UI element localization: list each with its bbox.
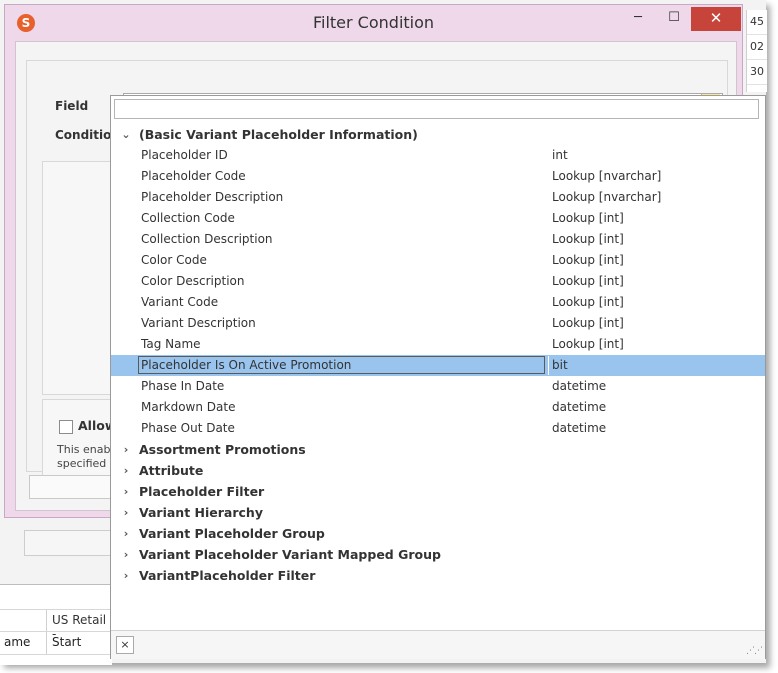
background-button[interactable] [24, 530, 116, 556]
field-type: int [552, 148, 568, 162]
field-name: Color Code [141, 253, 207, 267]
tree-group-label: Variant Placeholder Variant Mapped Group [139, 547, 441, 562]
tree-group[interactable]: › Variant Placeholder Group [111, 523, 765, 544]
chevron-right-icon[interactable]: › [120, 502, 132, 523]
list-item[interactable]: Phase Out Date datetime [111, 418, 765, 439]
list-item[interactable]: Placeholder Code Lookup [nvarchar] [111, 166, 765, 187]
list-item[interactable]: Collection Code Lookup [int] [111, 208, 765, 229]
field-name: Collection Description [141, 232, 273, 246]
list-item[interactable]: Variant Code Lookup [int] [111, 292, 765, 313]
table-header-row[interactable]: ame Start [0, 631, 112, 655]
list-item[interactable]: Placeholder Is On Active Promotion bit [111, 355, 765, 376]
tree-group-label: Attribute [139, 463, 204, 478]
chevron-right-icon[interactable]: › [120, 565, 132, 586]
table-row[interactable]: US Retail - [0, 609, 112, 641]
chevron-right-icon[interactable]: › [120, 439, 132, 460]
tree-group-label: Variant Placeholder Group [139, 526, 325, 541]
minimize-button[interactable]: ─ [623, 7, 653, 31]
field-name: Color Description [141, 274, 245, 288]
field-label: Field [55, 99, 89, 113]
background-grid-column: 45 02 30 [746, 10, 767, 92]
list-item[interactable]: Placeholder Description Lookup [nvarchar] [111, 187, 765, 208]
popup-footer: × ⋰⋰ [111, 630, 765, 659]
column-header[interactable]: Start [52, 635, 81, 649]
tree-group[interactable]: › Attribute [111, 460, 765, 481]
maximize-button[interactable]: ☐ [659, 7, 689, 31]
field-name: Variant Description [141, 316, 256, 330]
chevron-right-icon[interactable]: › [120, 460, 132, 481]
field-type: datetime [552, 421, 607, 435]
column-separator [548, 356, 549, 375]
list-item[interactable]: Markdown Date datetime [111, 397, 765, 418]
tree-group[interactable]: › Variant Hierarchy [111, 502, 765, 523]
tree-group[interactable]: ⌄ (Basic Variant Placeholder Information) [111, 124, 765, 145]
field-name: Placeholder ID [141, 148, 228, 162]
field-name: Tag Name [141, 337, 201, 351]
tree-group-label: (Basic Variant Placeholder Information) [139, 127, 418, 142]
grid-cell: 45 [747, 10, 767, 35]
list-item[interactable]: Collection Description Lookup [int] [111, 229, 765, 250]
column-header[interactable]: ame [4, 635, 30, 649]
chevron-down-icon[interactable]: ⌄ [120, 124, 132, 145]
list-item[interactable]: Color Description Lookup [int] [111, 271, 765, 292]
field-type: Lookup [int] [552, 232, 624, 246]
list-item[interactable]: Tag Name Lookup [int] [111, 334, 765, 355]
grid-cell: 02 [747, 35, 767, 60]
search-input[interactable] [114, 99, 759, 119]
field-type: Lookup [int] [552, 211, 624, 225]
tree-group[interactable]: › VariantPlaceholder Filter [111, 565, 765, 586]
grid-cell: 30 [747, 60, 767, 85]
field-dropdown-popup: ⌄ (Basic Variant Placeholder Information)… [110, 95, 766, 659]
chevron-right-icon[interactable]: › [120, 544, 132, 565]
field-type: Lookup [int] [552, 253, 624, 267]
field-name: Placeholder Description [141, 190, 284, 204]
field-type: bit [552, 358, 568, 372]
list-item[interactable]: Variant Description Lookup [int] [111, 313, 765, 334]
chevron-right-icon[interactable]: › [120, 481, 132, 502]
tree-group-label: Variant Hierarchy [139, 505, 263, 520]
field-type: Lookup [int] [552, 316, 624, 330]
field-name: Placeholder Code [141, 169, 246, 183]
field-type: Lookup [nvarchar] [552, 169, 662, 183]
field-name: Markdown Date [141, 400, 236, 414]
background-grid: US Retail - ame Start [0, 584, 112, 665]
resize-grip-icon[interactable]: ⋰⋰ [746, 647, 763, 656]
field-name: Phase Out Date [141, 421, 235, 435]
list-item[interactable]: Color Code Lookup [int] [111, 250, 765, 271]
close-icon[interactable]: × [116, 636, 134, 654]
close-button[interactable]: ✕ [691, 7, 741, 31]
field-type: datetime [552, 379, 607, 393]
field-name: Placeholder Is On Active Promotion [141, 358, 352, 372]
list-item[interactable]: Placeholder ID int [111, 145, 765, 166]
field-tree: ⌄ (Basic Variant Placeholder Information)… [111, 124, 765, 586]
allow-checkbox[interactable] [59, 420, 73, 434]
field-type: Lookup [nvarchar] [552, 190, 662, 204]
title-bar[interactable]: S Filter Condition ─ ☐ ✕ [5, 5, 742, 41]
tree-group[interactable]: › Placeholder Filter [111, 481, 765, 502]
field-name: Phase In Date [141, 379, 225, 393]
field-name: Collection Code [141, 211, 235, 225]
field-name: Variant Code [141, 295, 219, 309]
tree-group[interactable]: › Assortment Promotions [111, 439, 765, 460]
field-type: datetime [552, 400, 607, 414]
tree-group-label: Placeholder Filter [139, 484, 265, 499]
tree-group[interactable]: › Variant Placeholder Variant Mapped Grou… [111, 544, 765, 565]
tree-group-label: Assortment Promotions [139, 442, 306, 457]
field-type: Lookup [int] [552, 274, 624, 288]
chevron-right-icon[interactable]: › [120, 523, 132, 544]
list-item[interactable]: Phase In Date datetime [111, 376, 765, 397]
field-type: Lookup [int] [552, 295, 624, 309]
field-type: Lookup [int] [552, 337, 624, 351]
dialog-button[interactable] [29, 475, 121, 499]
tree-group-label: VariantPlaceholder Filter [139, 568, 316, 583]
